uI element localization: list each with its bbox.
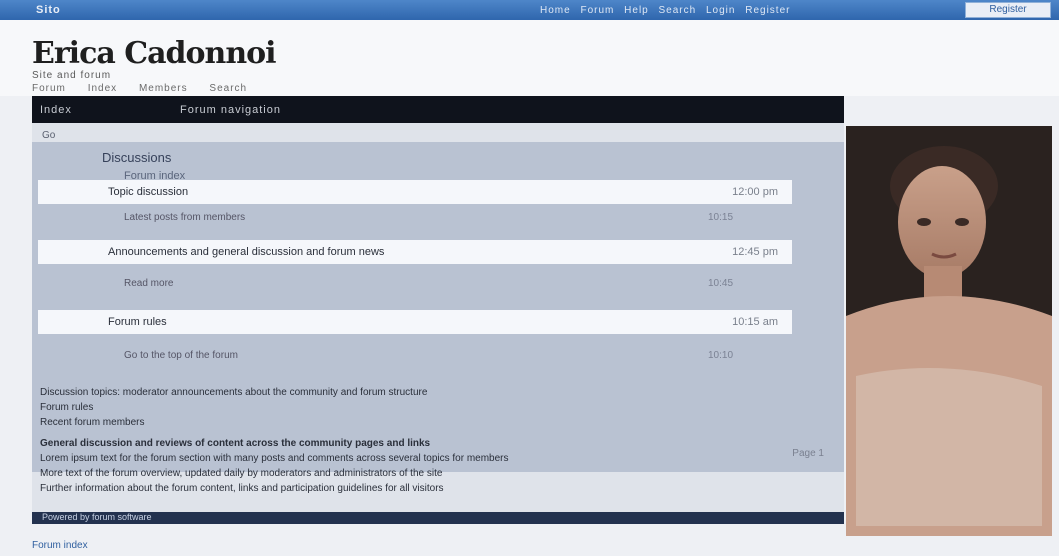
register-button[interactable]: Register — [965, 2, 1051, 18]
subnav-index[interactable]: Index — [88, 83, 117, 94]
footer-text: Powered by forum software — [42, 512, 152, 522]
panel-title-bar: Index Forum navigation — [32, 96, 844, 123]
sub-navigation: Forum Index Members Search — [32, 83, 265, 94]
subnav-forum[interactable]: Forum — [32, 83, 66, 94]
forum-row[interactable]: Announcements and general discussion and… — [38, 240, 792, 264]
site-tagline: Site and forum — [32, 70, 112, 81]
members-link[interactable]: Recent forum members — [40, 416, 820, 429]
section-heading: General discussion and reviews of conten… — [40, 438, 431, 449]
row-description: Go to the top of the forum — [124, 350, 238, 361]
row-description: Latest posts from members — [124, 212, 246, 223]
group-title[interactable]: Discussions — [102, 150, 171, 165]
site-brand[interactable]: Sito — [36, 4, 61, 16]
top-link-login[interactable]: Login — [706, 5, 735, 16]
forum-description: Discussion topics: moderator announcemen… — [40, 386, 820, 497]
panel-bar-left[interactable]: Index — [40, 104, 72, 116]
row-label[interactable]: Announcements and general discussion and… — [108, 246, 384, 258]
panel-bar-right[interactable]: Forum navigation — [180, 104, 281, 116]
top-links: Home Forum Help Search Login Register — [540, 5, 796, 16]
forum-row[interactable]: Topic discussion 12:00 pm — [38, 180, 792, 204]
top-bar: Sito Home Forum Help Search Login Regist… — [0, 0, 1059, 20]
rules-link[interactable]: Forum rules — [40, 401, 820, 414]
description-line: Further information about the forum cont… — [40, 483, 444, 494]
top-link-home[interactable]: Home — [540, 5, 571, 16]
site-logo[interactable]: Erica Cadonnoi — [32, 36, 277, 71]
top-link-forum[interactable]: Forum — [580, 5, 614, 16]
subnav-members[interactable]: Members — [139, 83, 188, 94]
top-link-help[interactable]: Help — [624, 5, 649, 16]
breadcrumb[interactable]: Go — [42, 130, 55, 141]
subnav-search[interactable]: Search — [209, 83, 247, 94]
top-link-search[interactable]: Search — [659, 5, 697, 16]
row-time: 10:15 am — [732, 316, 778, 328]
row-subtime: 10:45 — [708, 278, 734, 289]
forum-row[interactable]: Forum rules 10:15 am — [38, 310, 792, 334]
profile-photo — [846, 126, 1052, 536]
description-line: More text of the forum overview, updated… — [40, 468, 443, 479]
description-line: Discussion topics: moderator announcemen… — [40, 387, 428, 398]
panel-footer-bar: Powered by forum software — [32, 512, 844, 524]
row-description: Read more — [124, 278, 174, 289]
row-subtime: 10:10 — [708, 350, 734, 361]
bottom-link[interactable]: Forum index — [32, 540, 88, 551]
row-subtime: 10:15 — [708, 212, 734, 223]
row-label[interactable]: Topic discussion — [108, 186, 188, 198]
row-label[interactable]: Forum rules — [108, 316, 167, 328]
portrait-image — [846, 126, 1052, 536]
top-link-register[interactable]: Register — [745, 5, 790, 16]
row-time: 12:00 pm — [732, 186, 778, 198]
site-header: Erica Cadonnoi Site and forum Forum Inde… — [0, 20, 1059, 96]
row-time: 12:45 pm — [732, 246, 778, 258]
description-line: Lorem ipsum text for the forum section w… — [40, 453, 509, 464]
forum-panel: Index Forum navigation Go Discussions Fo… — [32, 96, 844, 524]
